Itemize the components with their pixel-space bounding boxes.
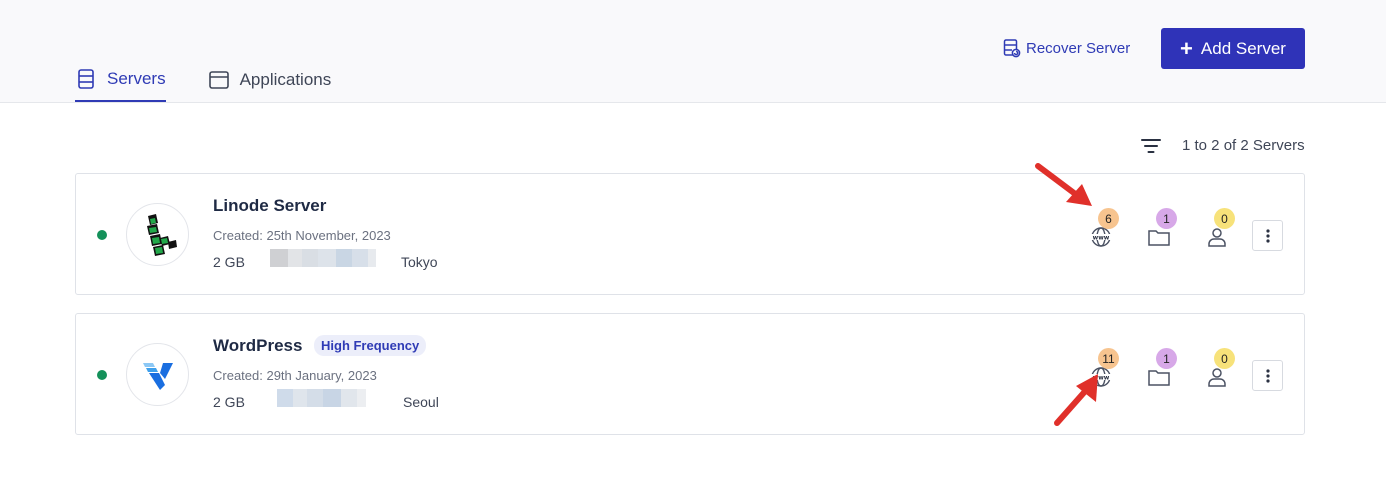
- add-server-label: Add Server: [1200, 38, 1286, 58]
- top-bar: Servers Applications Recover Server + Ad…: [0, 0, 1386, 103]
- status-indicator: [97, 230, 107, 240]
- folders-count[interactable]: 1: [1146, 348, 1177, 388]
- linode-logo: [126, 203, 189, 266]
- svg-text:www: www: [1093, 235, 1110, 242]
- vultr-logo: [126, 343, 189, 406]
- server-region: Tokyo: [401, 254, 438, 270]
- users-count[interactable]: 0: [1204, 348, 1235, 388]
- add-server-button[interactable]: + Add Server: [1161, 28, 1305, 69]
- window-icon: [208, 71, 229, 89]
- folders-count[interactable]: 1: [1146, 208, 1177, 248]
- server-count-label: 1 to 2 of 2 Servers: [1182, 137, 1305, 154]
- websites-count[interactable]: www 6: [1088, 208, 1119, 248]
- server-icon: [78, 69, 94, 89]
- more-options-button[interactable]: [1252, 220, 1283, 251]
- redacted-ip: [277, 389, 366, 407]
- tab-applications[interactable]: Applications: [208, 68, 332, 102]
- server-region: Seoul: [403, 394, 439, 410]
- tab-bar: Servers Applications: [75, 68, 331, 102]
- high-frequency-tag: High Frequency: [314, 335, 427, 356]
- kebab-menu-icon: [1265, 228, 1270, 243]
- more-options-button[interactable]: [1252, 360, 1283, 391]
- redacted-ip: [270, 249, 376, 267]
- created-date: Created: 29th January, 2023: [213, 368, 377, 383]
- server-card[interactable]: Linode Server Created: 25th November, 20…: [75, 173, 1305, 295]
- server-name[interactable]: WordPress: [213, 336, 302, 356]
- tab-servers-label: Servers: [107, 69, 166, 88]
- server-size: 2 GB: [213, 254, 245, 270]
- websites-badge: 6: [1098, 208, 1119, 229]
- tab-applications-label: Applications: [239, 70, 332, 89]
- users-badge: 0: [1214, 348, 1235, 369]
- recover-server-label: Recover Server: [1026, 39, 1131, 57]
- users-count[interactable]: 0: [1204, 208, 1235, 248]
- recover-server-icon: [1003, 39, 1021, 58]
- folders-badge: 1: [1156, 348, 1177, 369]
- server-card[interactable]: WordPress High Frequency Created: 29th J…: [75, 313, 1305, 435]
- websites-count[interactable]: www 11: [1088, 348, 1119, 388]
- server-size: 2 GB: [213, 394, 245, 410]
- kebab-menu-icon: [1265, 368, 1270, 383]
- folders-badge: 1: [1156, 208, 1177, 229]
- created-date: Created: 25th November, 2023: [213, 228, 391, 243]
- svg-text:www: www: [1093, 375, 1110, 382]
- websites-badge: 11: [1098, 348, 1119, 369]
- tab-servers[interactable]: Servers: [75, 68, 166, 102]
- plus-icon: +: [1180, 35, 1193, 61]
- status-indicator: [97, 370, 107, 380]
- filter-icon[interactable]: [1141, 138, 1161, 154]
- users-badge: 0: [1214, 208, 1235, 229]
- recover-server-link[interactable]: Recover Server: [1003, 38, 1130, 58]
- server-name[interactable]: Linode Server: [213, 196, 326, 216]
